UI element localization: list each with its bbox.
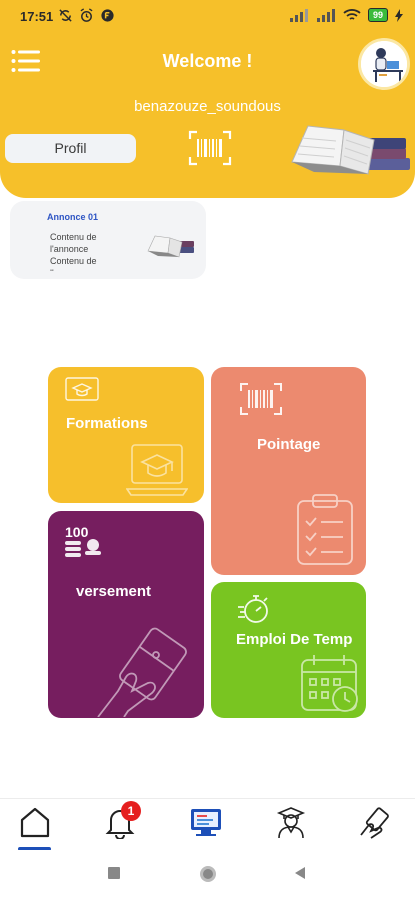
book-illustration-icon: [147, 235, 194, 258]
hand-credit-card-icon: [97, 627, 187, 717]
emploi-tile[interactable]: Emploi De Temp: [211, 582, 366, 718]
profil-button[interactable]: Profil: [5, 134, 136, 163]
announcement-card[interactable]: Annonce 01 Contenu de l'annonce Contenu …: [10, 201, 206, 279]
status-notification-icons: [58, 8, 115, 23]
announcement-content: Contenu de l'annonce Contenu de l'annonc…: [50, 232, 97, 271]
calendar-clock-icon: [301, 655, 358, 712]
system-nav-bar: [0, 850, 415, 900]
status-system-icons: 99: [289, 8, 403, 22]
nav-notifications[interactable]: 1: [100, 801, 141, 841]
nav-student[interactable]: [271, 805, 311, 841]
graduation-screen-icon: [65, 377, 99, 401]
pointage-tile[interactable]: Pointage: [211, 367, 366, 575]
formations-label: Formations: [66, 415, 148, 432]
recents-icon[interactable]: [107, 866, 121, 880]
versement-label: versement: [76, 583, 152, 600]
charging-icon: [395, 8, 403, 22]
announcement-title: Annonce 01: [47, 212, 99, 222]
notification-badge: 1: [121, 801, 141, 821]
formations-tile[interactable]: Formations: [48, 367, 204, 503]
pointage-label: Pointage: [257, 436, 321, 453]
username: benazouze_soundous: [134, 98, 281, 115]
signal-icon: [289, 8, 308, 22]
nav-elearning[interactable]: [186, 805, 226, 841]
graduate-student-icon: [276, 807, 306, 839]
hand-card-icon: [360, 807, 389, 839]
alarm-icon: [80, 8, 93, 22]
home-icon: [20, 807, 50, 838]
versement-tile[interactable]: 100 versement: [48, 511, 204, 718]
bottom-nav: 1: [0, 798, 415, 851]
student-at-desk-icon: [361, 41, 407, 87]
back-icon[interactable]: [293, 866, 307, 880]
clipboard-checklist-icon: [297, 494, 353, 565]
signal-2-icon: [316, 8, 335, 22]
page-title: Welcome !: [162, 51, 253, 71]
header: Welcome ! benazouze_soundous Profil: [0, 34, 415, 198]
barcode-scan-icon[interactable]: [188, 130, 232, 166]
emploi-label: Emploi De Temp: [236, 631, 353, 648]
computer-classroom-icon: [191, 809, 221, 836]
status-time: 17:51: [20, 9, 54, 24]
status-bar: 17:51 99: [0, 0, 415, 34]
avatar[interactable]: [358, 38, 410, 90]
nav-home[interactable]: [15, 805, 55, 851]
books-illustration-icon: [291, 125, 410, 175]
nav-payment[interactable]: [356, 805, 396, 841]
coins-icon: [65, 539, 101, 557]
barcode-icon: [240, 383, 282, 415]
sync-off-icon: [59, 9, 72, 22]
home-system-icon[interactable]: [198, 864, 218, 884]
app-root: 17:51 99 Welcome ! benazouze_soundous Pr…: [0, 0, 415, 900]
stopwatch-icon: [238, 595, 268, 623]
laptop-graduation-icon: [126, 444, 188, 496]
battery-indicator: 99: [367, 8, 388, 22]
app-notification-icon: [101, 9, 114, 22]
wifi-icon: [343, 9, 361, 20]
